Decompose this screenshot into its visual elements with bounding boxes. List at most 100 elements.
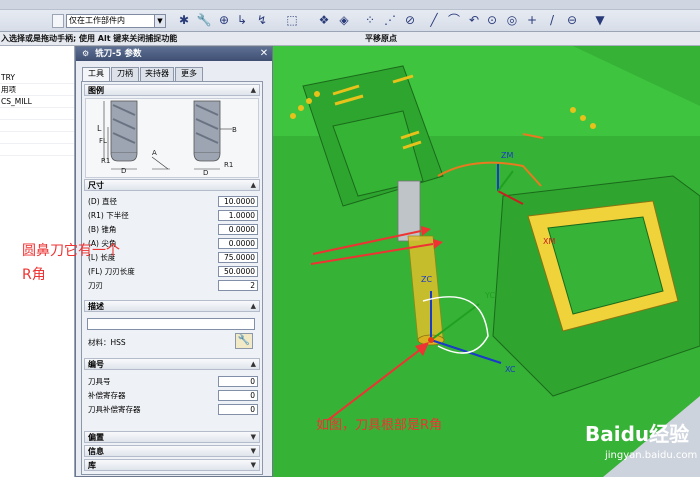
param-lower-radius: (R1) 下半径 1.0000 xyxy=(86,210,258,222)
section-dimensions-label: 尺寸 xyxy=(88,181,104,190)
chevron-down-icon[interactable]: ▼ xyxy=(154,15,165,27)
circle-icon[interactable]: ◎ xyxy=(504,12,520,28)
tool-offset-register-field[interactable]: 0 xyxy=(218,404,258,415)
param-diameter-label: (D) 直径 xyxy=(88,197,118,206)
section-figure-label: 图例 xyxy=(88,86,104,95)
tool-number-row: 刀具号 0 xyxy=(86,376,258,388)
cross-icon[interactable]: + xyxy=(524,12,540,28)
component-icon[interactable]: ❖ xyxy=(316,12,332,28)
description-field[interactable] xyxy=(87,318,255,330)
filter-icon[interactable]: ▼ xyxy=(592,12,608,28)
snap-icon[interactable]: ✱ xyxy=(176,12,192,28)
cube-icon[interactable]: ◈ xyxy=(336,12,352,28)
plane-icon[interactable]: ⊘ xyxy=(402,12,418,28)
navigator-item[interactable]: 用项 xyxy=(0,84,74,96)
param-lower-radius-label: (R1) 下半径 xyxy=(88,211,129,220)
label-zm: ZM xyxy=(501,151,513,160)
section-library[interactable]: 库 ▼ xyxy=(84,459,260,471)
rotate-icon[interactable]: ↯ xyxy=(254,12,270,28)
cue-line: 入选择或是拖动手柄; 使用 Alt 键来关闭捕捉功能 平移原点 xyxy=(0,32,700,46)
label-d-left: D xyxy=(121,167,126,175)
chevron-up-icon[interactable]: ▲ xyxy=(251,85,256,96)
label-r1-right: R1 xyxy=(224,161,233,169)
watermark-brand: Baidu经验 xyxy=(585,422,690,446)
lock-icon[interactable]: 🔧 xyxy=(196,12,212,28)
chevron-down-icon[interactable]: ▼ xyxy=(251,432,256,443)
param-flute-length: (FL) 刀刃长度 50.0000 xyxy=(86,266,258,278)
tangent-icon[interactable]: ↶ xyxy=(466,12,482,28)
tab-more[interactable]: 更多 xyxy=(175,67,203,81)
param-length-field[interactable]: 75.0000 xyxy=(218,252,258,263)
chevron-down-icon[interactable]: ▼ xyxy=(251,460,256,471)
graphics-window[interactable]: ZC XC YC XM ZM xyxy=(273,46,700,477)
diagonal-points-icon[interactable]: ⋰ xyxy=(382,12,398,28)
section-numbering[interactable]: 编号 ▲ xyxy=(84,358,260,370)
offset-register-field[interactable]: 0 xyxy=(218,390,258,401)
selection-scope-dropdown[interactable]: 仅在工作部件内 ▼ xyxy=(66,14,166,28)
section-figure[interactable]: 图例 ▲ xyxy=(84,84,260,96)
type-filter-dropdown[interactable] xyxy=(52,14,64,28)
navigator-item-empty[interactable] xyxy=(0,108,74,120)
gear-icon: ⚙ xyxy=(82,49,90,58)
move-icon[interactable]: ↳ xyxy=(234,12,250,28)
section-description[interactable]: 描述 ▲ xyxy=(84,300,260,312)
curve-icon[interactable]: ⌒ xyxy=(446,12,462,28)
section-info[interactable]: 信息 ▼ xyxy=(84,445,260,457)
arc-icon[interactable]: ⊖ xyxy=(564,12,580,28)
label-l: L xyxy=(97,124,102,133)
status-text: 平移原点 xyxy=(365,34,397,43)
dialog-titlebar: ⚙ 铣刀-5 参数 ✕ xyxy=(76,47,272,61)
tool-diagram: L FL R1 D A D B R1 xyxy=(85,98,259,178)
close-icon[interactable]: ✕ xyxy=(258,47,270,60)
watermark-url: jingyan.baidu.com xyxy=(605,450,698,461)
param-flutes-field[interactable]: 2 xyxy=(218,280,258,291)
tab-holder-shank[interactable]: 刀柄 xyxy=(111,67,139,81)
tool-offset-register-label: 刀具补偿寄存器 xyxy=(88,405,141,414)
label-xc: XC xyxy=(505,365,516,374)
param-flute-length-field[interactable]: 50.0000 xyxy=(218,266,258,277)
label-xm: XM xyxy=(543,237,555,246)
label-b: B xyxy=(232,126,237,134)
tool-number-label: 刀具号 xyxy=(88,377,111,386)
point-select-icon[interactable]: ⊕ xyxy=(216,12,232,28)
param-flute-length-label: (FL) 刀刃长度 xyxy=(88,267,135,276)
chevron-down-icon[interactable]: ▼ xyxy=(251,446,256,457)
chevron-up-icon[interactable]: ▲ xyxy=(251,180,256,191)
center-point-icon[interactable]: ⊙ xyxy=(484,12,500,28)
param-diameter: (D) 直径 10.0000 xyxy=(86,196,258,208)
annotation-bottom: 如图，刀具根部是R角 xyxy=(316,418,443,433)
navigator-item-empty[interactable] xyxy=(0,120,74,132)
chevron-up-icon[interactable]: ▲ xyxy=(251,359,256,370)
param-diameter-field[interactable]: 10.0000 xyxy=(218,196,258,207)
end-mill-diagram: L FL R1 D A D B R1 xyxy=(97,100,237,177)
main-toolbar: 仅在工作部件内 ▼ ✱ 🔧 ⊕ ↳ ↯ ⬚ ❖ ◈ ⁘ ⋰ ⊘ ╱ ⌒ ↶ ⊙ … xyxy=(0,0,700,32)
toolbar-top-strip xyxy=(0,0,700,10)
tool-number-field[interactable]: 0 xyxy=(218,376,258,387)
box-select-icon[interactable]: ⬚ xyxy=(284,12,300,28)
operation-navigator: TRY 用项 CS_MILL xyxy=(0,46,75,477)
param-lower-radius-field[interactable]: 1.0000 xyxy=(218,210,258,221)
section-offsets[interactable]: 偏置 ▼ xyxy=(84,431,260,443)
chevron-up-icon[interactable]: ▲ xyxy=(251,301,256,312)
tool-offset-register-row: 刀具补偿寄存器 0 xyxy=(86,404,258,416)
section-dimensions[interactable]: 尺寸 ▲ xyxy=(84,179,260,191)
tool-tab-panel: 图例 ▲ L FL R1 D A D B R1 尺寸 ▲ (D) 直径 10.0… xyxy=(81,81,263,475)
line-icon[interactable]: ╱ xyxy=(426,12,442,28)
material-wrench-button[interactable]: 🔧 xyxy=(235,333,253,349)
section-description-label: 描述 xyxy=(88,302,104,311)
annotation-left-line1: 圆鼻刀它有一个 xyxy=(22,243,120,259)
navigator-item[interactable]: TRY xyxy=(0,72,74,84)
tab-holder[interactable]: 夹持器 xyxy=(140,67,174,81)
param-taper-angle-label: (B) 锥角 xyxy=(88,225,117,234)
grid-points-icon[interactable]: ⁘ xyxy=(362,12,378,28)
dialog-title: 铣刀-5 参数 xyxy=(95,49,142,59)
navigator-item-empty[interactable] xyxy=(0,144,74,156)
navigator-item-empty[interactable] xyxy=(0,132,74,144)
param-tip-angle-field[interactable]: 0.0000 xyxy=(218,238,258,249)
label-yc: YC xyxy=(484,291,495,300)
slash-icon[interactable]: / xyxy=(544,12,560,28)
navigator-item[interactable]: CS_MILL xyxy=(0,96,74,108)
param-taper-angle-field[interactable]: 0.0000 xyxy=(218,224,258,235)
param-flutes: 刀刃 2 xyxy=(86,280,258,292)
tab-tool[interactable]: 工具 xyxy=(82,67,110,82)
